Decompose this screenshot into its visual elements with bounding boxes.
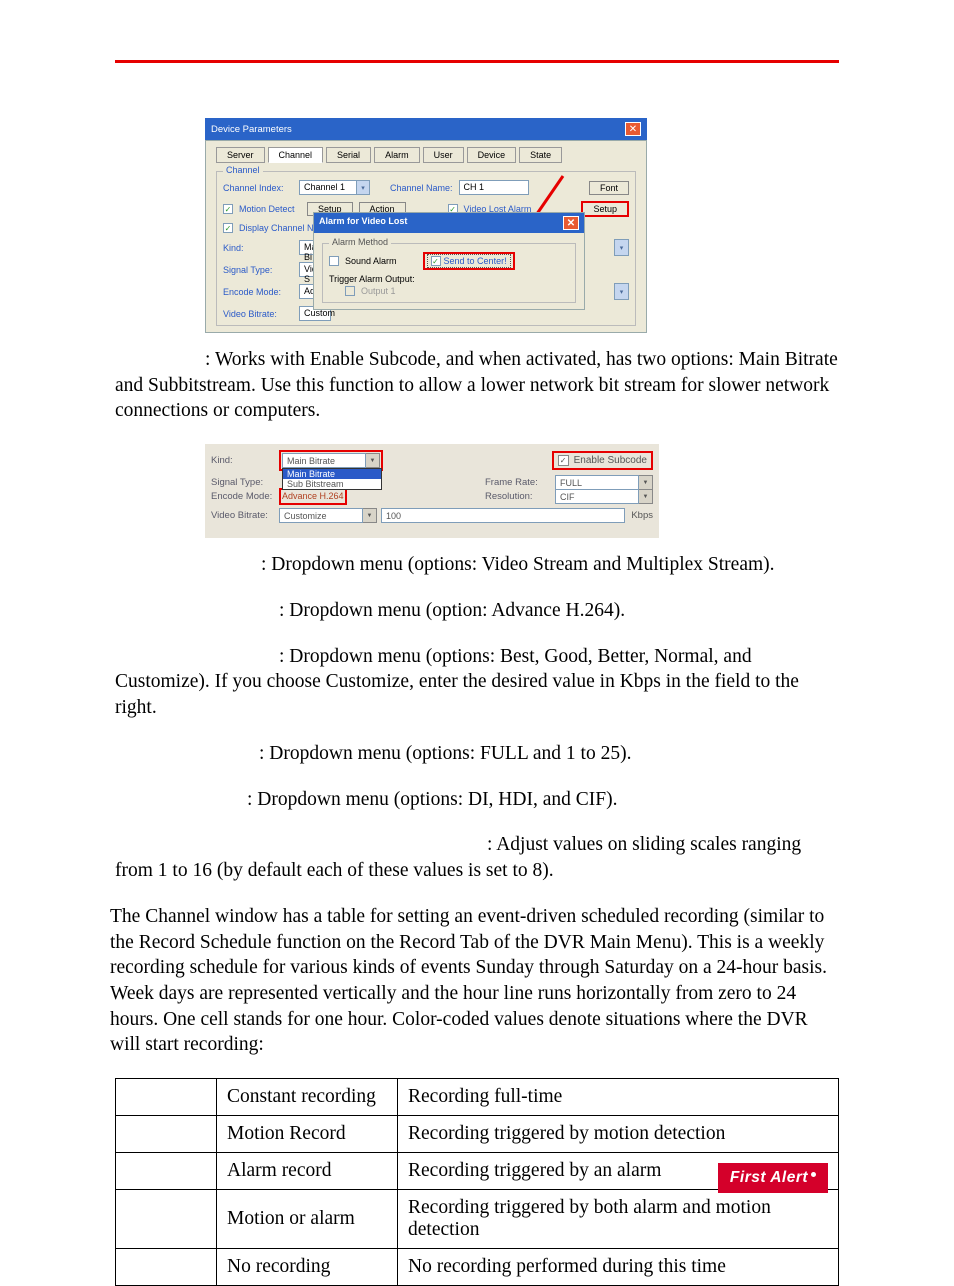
dialog-titlebar: Device Parameters ✕ <box>205 118 647 140</box>
enable-subcode-highlight: ✓ Enable Subcode <box>552 451 653 470</box>
para-sliders: : Adjust values on sliding scales rangin… <box>115 832 839 883</box>
swatch-cell <box>116 1249 217 1286</box>
first-alert-logo: First Alert <box>718 1163 828 1193</box>
name-cell: No recording <box>217 1249 398 1286</box>
para-video-bitrate: : Dropdown menu (options: Best, Good, Be… <box>115 644 839 721</box>
kbps-input[interactable]: 100 <box>381 508 625 523</box>
video-bitrate-label: Video Bitrate: <box>223 309 293 319</box>
para-kind: : Works with Enable Subcode, and when ac… <box>115 347 839 424</box>
send-to-center-label: Send to Center! <box>444 256 507 266</box>
swatch-cell <box>116 1190 217 1249</box>
logo-text: First Alert <box>730 1169 808 1187</box>
kind-dropdown-list: Main Bitrate Sub Bitstream <box>282 468 382 490</box>
para-channel-window: The Channel window has a table for setti… <box>110 904 839 1058</box>
desc-cell: Recording full-time <box>398 1079 839 1116</box>
kbps-unit: Kbps <box>631 510 653 521</box>
chevron-down-icon: ▼ <box>366 453 380 468</box>
chevron-down-icon: ▼ <box>363 508 377 523</box>
tab-state[interactable]: State <box>519 147 562 163</box>
popup-title: Alarm for Video Lost <box>319 216 407 230</box>
close-icon[interactable]: ✕ <box>625 122 641 136</box>
channel-index-label: Channel Index: <box>223 183 293 193</box>
kind-select[interactable]: Main Bitrate ▼ Main Bitrate Sub Bitstrea… <box>282 453 380 468</box>
popup-group-label: Alarm Method <box>329 237 391 247</box>
chevron-down-icon[interactable]: ▾ <box>614 239 629 256</box>
display-channel-name-checkbox[interactable]: ✓ <box>223 223 233 233</box>
send-to-center-checkbox[interactable]: ✓ <box>431 256 441 266</box>
encode-mode-label: Encode Mode: <box>223 287 293 297</box>
tab-bar: Server Channel Serial Alarm User Device … <box>216 147 636 163</box>
sound-alarm-checkbox[interactable]: ✓ <box>329 256 339 266</box>
setup-button-highlight[interactable]: Setup <box>581 201 629 217</box>
desc-cell: Recording triggered by both alarm and mo… <box>398 1190 839 1249</box>
table-row: Constant recording Recording full-time <box>116 1079 839 1116</box>
resolution-label: Resolution: <box>485 491 549 502</box>
tab-channel[interactable]: Channel <box>268 147 324 163</box>
signal-type-label: Signal Type: <box>211 477 279 488</box>
para-encode-mode: : Dropdown menu (option: Advance H.264). <box>115 598 839 624</box>
sound-alarm-label: Sound Alarm <box>345 256 397 266</box>
frame-rate-label: Frame Rate: <box>485 477 549 488</box>
video-bitrate-label: Video Bitrate: <box>211 510 279 521</box>
chevron-down-icon: ▾ <box>357 180 370 195</box>
chevron-down-icon: ▼ <box>639 489 653 504</box>
para-resolution: : Dropdown menu (options: DI, HDI, and C… <box>115 787 839 813</box>
tab-server[interactable]: Server <box>216 147 265 163</box>
name-cell: Constant recording <box>217 1079 398 1116</box>
desc-cell: No recording performed during this time <box>398 1249 839 1286</box>
kind-label: Kind: <box>211 455 279 466</box>
close-icon[interactable]: ✕ <box>563 216 579 230</box>
tab-serial[interactable]: Serial <box>326 147 371 163</box>
channel-index-select[interactable]: Channel 1 ▾ <box>299 180 370 195</box>
figure-device-parameters: Device Parameters ✕ Server Channel Seria… <box>205 118 647 333</box>
page: Device Parameters ✕ Server Channel Seria… <box>0 0 954 1235</box>
swatch-cell <box>116 1079 217 1116</box>
font-button[interactable]: Font <box>589 181 629 195</box>
resolution-select[interactable]: CIF ▼ <box>555 489 653 504</box>
chevron-down-icon[interactable]: ▾ <box>614 283 629 300</box>
output1-label: Output 1 <box>361 286 396 296</box>
kind-label: Kind: <box>223 243 293 253</box>
figure-kind-dropdown: Kind: Main Bitrate ▼ Main Bitrate Sub Bi… <box>205 444 659 538</box>
table-row: Motion Record Recording triggered by mot… <box>116 1116 839 1153</box>
name-cell: Motion Record <box>217 1116 398 1153</box>
encode-mode-label: Encode Mode: <box>211 491 279 502</box>
channel-name-label: Channel Name: <box>390 183 453 193</box>
kind-option-main[interactable]: Main Bitrate <box>283 469 381 479</box>
name-cell: Alarm record <box>217 1153 398 1190</box>
send-to-center-highlight: ✓ Send to Center! <box>423 252 515 270</box>
para-signal-type: : Dropdown menu (options: Video Stream a… <box>115 552 839 578</box>
motion-detect-checkbox[interactable]: ✓ <box>223 204 233 214</box>
group-label: Channel <box>223 165 263 175</box>
table-row: Motion or alarm Recording triggered by b… <box>116 1190 839 1249</box>
group-alarm-method: Alarm Method ✓ Sound Alarm ✓ Send to Cen… <box>322 243 576 303</box>
tab-alarm[interactable]: Alarm <box>374 147 420 163</box>
encode-mode-highlight: Advance H.264 <box>279 488 347 505</box>
enable-subcode-checkbox[interactable]: ✓ <box>558 455 569 466</box>
tab-user[interactable]: User <box>423 147 464 163</box>
swatch-cell <box>116 1153 217 1190</box>
signal-type-label: Signal Type: <box>223 265 293 275</box>
dialog-title: Device Parameters <box>211 124 292 135</box>
table-row: No recording No recording performed duri… <box>116 1249 839 1286</box>
motion-detect-label: Motion Detect <box>239 204 301 214</box>
tab-device[interactable]: Device <box>467 147 517 163</box>
enable-subcode-label: Enable Subcode <box>574 455 647 466</box>
popup-titlebar: Alarm for Video Lost ✕ <box>314 213 584 233</box>
kind-option-sub[interactable]: Sub Bitstream <box>283 479 381 489</box>
para-frame-rate: : Dropdown menu (options: FULL and 1 to … <box>115 741 839 767</box>
video-bitrate-select[interactable]: Customize ▼ <box>279 508 377 523</box>
channel-name-input[interactable]: CH 1 <box>459 180 529 195</box>
logo-dot <box>811 1172 816 1177</box>
trigger-alarm-output-label: Trigger Alarm Output: <box>329 274 415 284</box>
output1-checkbox[interactable]: ✓ <box>345 286 355 296</box>
popup-alarm-video-lost: Alarm for Video Lost ✕ Alarm Method ✓ So… <box>313 212 585 310</box>
header-rule <box>115 60 839 63</box>
name-cell: Motion or alarm <box>217 1190 398 1249</box>
kind-highlight: Main Bitrate ▼ Main Bitrate Sub Bitstrea… <box>279 450 383 471</box>
desc-cell: Recording triggered by motion detection <box>398 1116 839 1153</box>
swatch-cell <box>116 1116 217 1153</box>
